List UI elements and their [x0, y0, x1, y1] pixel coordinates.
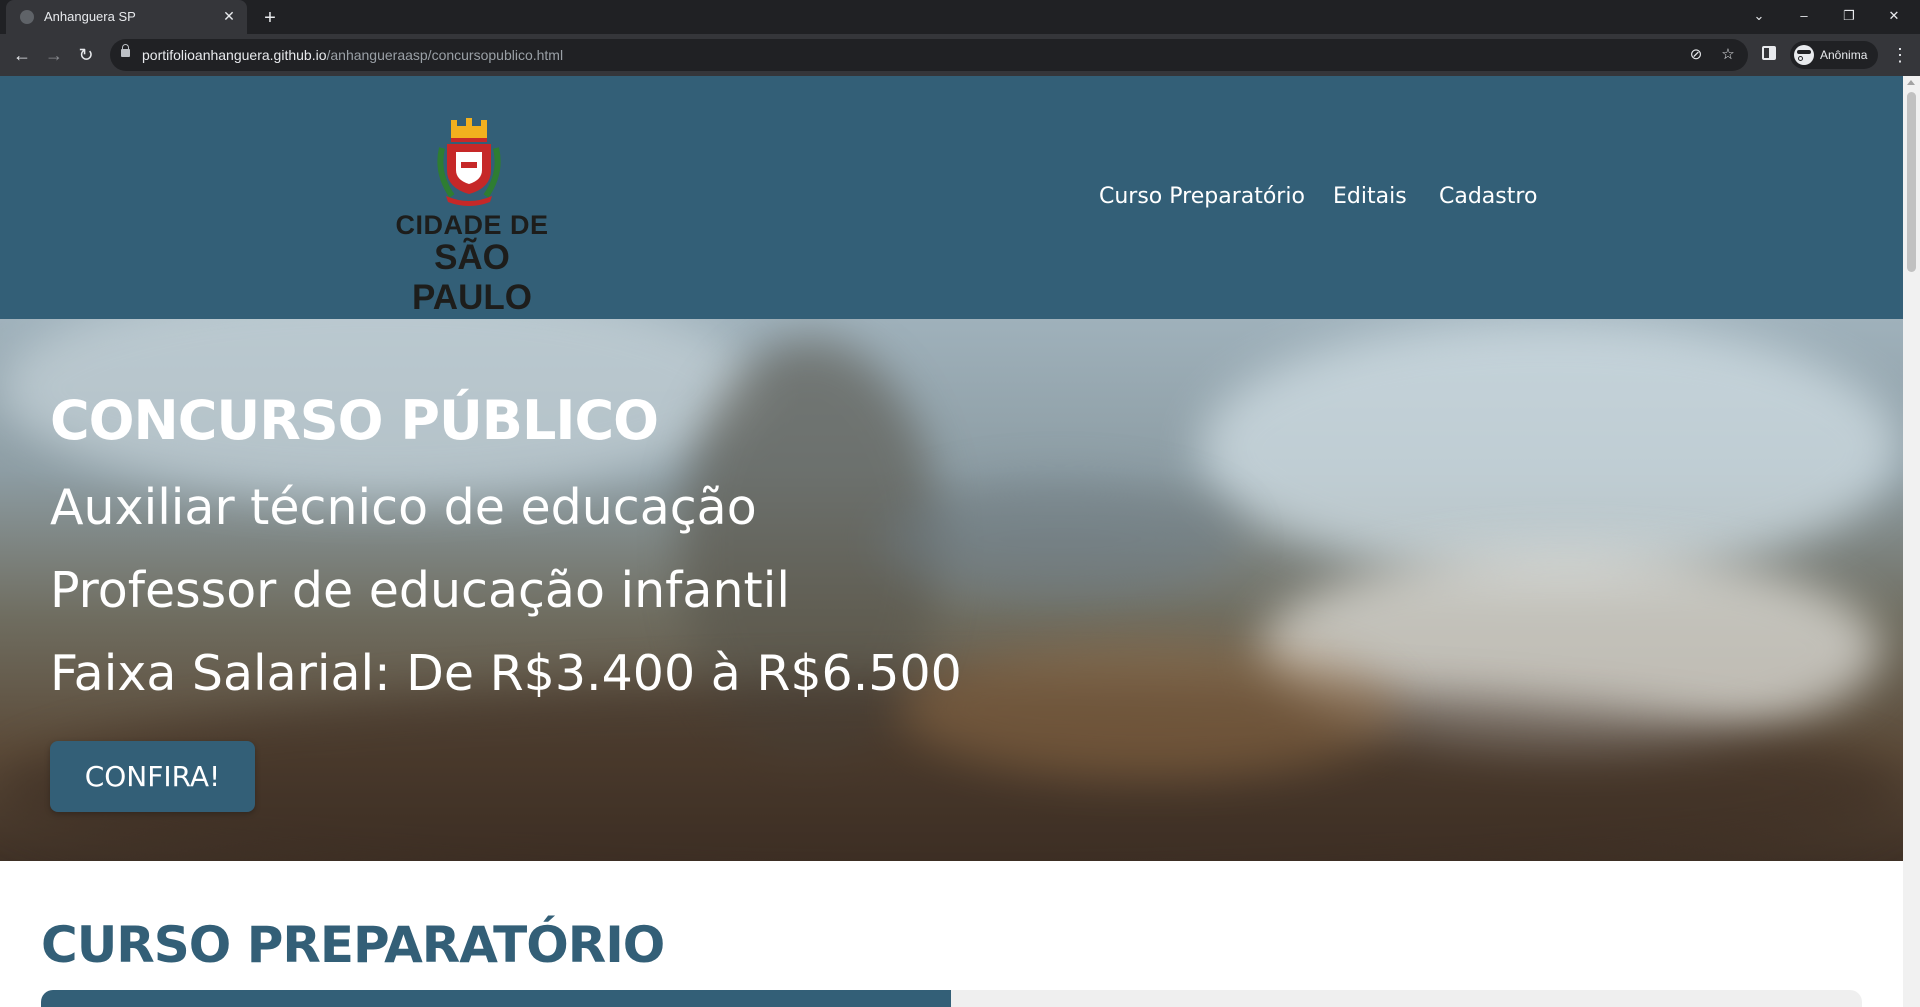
hero-line-auxiliar: Auxiliar técnico de educação — [50, 479, 757, 536]
sao-paulo-logo[interactable]: CIDADE DE SÃO PAULO — [372, 118, 572, 317]
incognito-icon — [1794, 45, 1814, 65]
lock-icon — [121, 44, 130, 57]
scrollbar-thumb[interactable] — [1907, 92, 1916, 272]
close-window-button[interactable]: ✕ — [1879, 3, 1909, 29]
nav-link-curso-preparatorio[interactable]: Curso Preparatório — [1099, 184, 1305, 209]
minimize-button[interactable]: – — [1789, 3, 1819, 29]
hero-line-salary: Faixa Salarial: De R$3.400 à R$6.500 — [50, 645, 962, 702]
tab-search-icon[interactable]: ⌄ — [1744, 3, 1774, 29]
bookmark-star-icon[interactable]: ☆ — [1716, 43, 1740, 67]
tab-close-icon[interactable]: ✕ — [219, 6, 239, 26]
forward-button[interactable]: → — [42, 43, 66, 67]
reload-button[interactable]: ↻ — [74, 43, 98, 67]
address-bar[interactable]: portifolioanhanguera.github.io/anhanguer… — [110, 39, 1748, 71]
logo-text-line1: CIDADE DE — [395, 210, 549, 240]
logo-text-line2: SÃO PAULO — [412, 238, 532, 317]
hero-line-professor: Professor de educação infantil — [50, 562, 790, 619]
globe-icon — [20, 10, 34, 24]
tab-title: Anhanguera SP — [44, 9, 136, 24]
hero-banner: CONCURSO PÚBLICO Auxiliar técnico de edu… — [0, 319, 1903, 861]
background-blur — [880, 479, 1240, 599]
back-button[interactable]: ← — [10, 43, 34, 67]
page-scrollbar[interactable] — [1903, 76, 1920, 1007]
incognito-profile-button[interactable]: Anônima — [1790, 41, 1878, 69]
scroll-up-arrow-icon[interactable] — [1907, 80, 1915, 85]
site-header: CIDADE DE SÃO PAULO Curso Preparatório E… — [0, 76, 1903, 319]
nav-link-editais[interactable]: Editais — [1333, 184, 1407, 209]
restore-button[interactable]: ❐ — [1834, 3, 1864, 29]
background-blur — [900, 639, 1400, 779]
profile-label: Anônima — [1820, 48, 1868, 62]
nav-link-cadastro[interactable]: Cadastro — [1439, 184, 1537, 209]
background-blur — [1200, 319, 1900, 579]
browser-toolbar: ← → ↻ portifolioanhanguera.github.io/anh… — [0, 34, 1920, 76]
browser-tab-active[interactable]: Anhanguera SP ✕ — [6, 0, 247, 34]
new-tab-button[interactable]: + — [258, 6, 282, 30]
url-path: /anhangueraasp/concursopublico.html — [326, 47, 564, 63]
confira-button[interactable]: CONFIRA! — [50, 741, 255, 812]
side-panel-icon[interactable] — [1762, 46, 1776, 60]
course-tab-left[interactable] — [41, 990, 951, 1007]
eye-off-icon[interactable]: ⊘ — [1684, 43, 1708, 67]
section-title-curso-preparatorio: CURSO PREPARATÓRIO — [41, 916, 665, 974]
page-viewport: CIDADE DE SÃO PAULO Curso Preparatório E… — [0, 76, 1903, 1007]
url-text: portifolioanhanguera.github.io/anhanguer… — [142, 47, 563, 63]
coat-of-arms-icon — [437, 118, 501, 206]
course-tab-right[interactable] — [951, 990, 1862, 1007]
hero-title: CONCURSO PÚBLICO — [50, 389, 659, 452]
browser-tab-strip: Anhanguera SP ✕ + ⌄ – ❐ ✕ — [0, 0, 1920, 34]
browser-menu-button[interactable]: ⋮ — [1890, 43, 1910, 67]
url-host: portifolioanhanguera.github.io — [142, 47, 327, 63]
